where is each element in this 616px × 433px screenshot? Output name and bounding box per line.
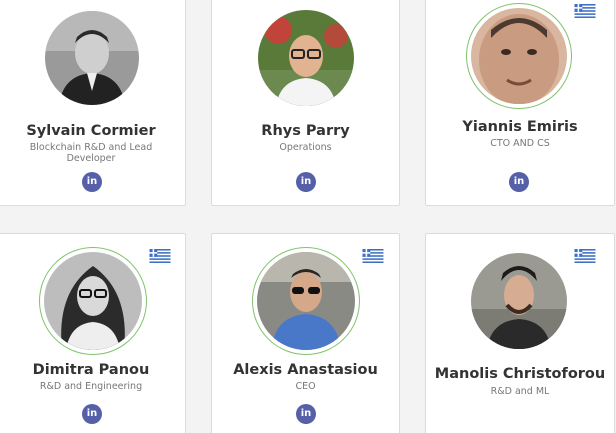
member-name: Sylvain Cormier <box>26 123 156 139</box>
member-role: Blockchain R&D and Lead Developer <box>29 142 153 164</box>
member-role: CEO <box>295 381 316 392</box>
linkedin-icon[interactable]: in <box>82 172 102 192</box>
team-card-manolis: Manolis Christoforou R&D and ML <box>425 233 615 433</box>
member-name: Yiannis Emiris <box>462 119 578 135</box>
avatar <box>471 8 567 104</box>
member-role: CTO AND CS <box>490 138 550 149</box>
team-card-yiannis: Yiannis Emiris CTO AND CS in <box>425 0 615 206</box>
avatar <box>257 252 355 350</box>
avatar <box>471 253 567 349</box>
member-name: Dimitra Panou <box>32 362 150 378</box>
greece-flag-icon <box>362 249 384 263</box>
member-role: Operations <box>279 142 332 153</box>
member-name: Manolis Christoforou <box>434 366 606 382</box>
team-card-rhys: Rhys Parry Operations in <box>211 0 400 206</box>
member-role: R&D and ML <box>490 386 550 397</box>
team-card-sylvain: Sylvain Cormier Blockchain R&D and Lead … <box>0 0 186 206</box>
avatar <box>258 10 354 106</box>
member-name: Alexis Anastasiou <box>233 362 378 378</box>
member-name: Rhys Parry <box>261 123 350 139</box>
team-card-dimitra: Dimitra Panou R&D and Engineering in <box>0 233 186 433</box>
greece-flag-icon <box>574 249 596 263</box>
linkedin-icon[interactable]: in <box>82 404 102 424</box>
team-card-alexis: Alexis Anastasiou CEO in <box>211 233 400 433</box>
avatar <box>45 11 139 105</box>
greece-flag-icon <box>149 249 171 263</box>
linkedin-icon[interactable]: in <box>296 172 316 192</box>
linkedin-icon[interactable]: in <box>296 404 316 424</box>
linkedin-icon[interactable]: in <box>509 172 529 192</box>
member-role: R&D and Engineering <box>39 381 143 392</box>
greece-flag-icon <box>574 4 596 18</box>
avatar <box>44 252 142 350</box>
